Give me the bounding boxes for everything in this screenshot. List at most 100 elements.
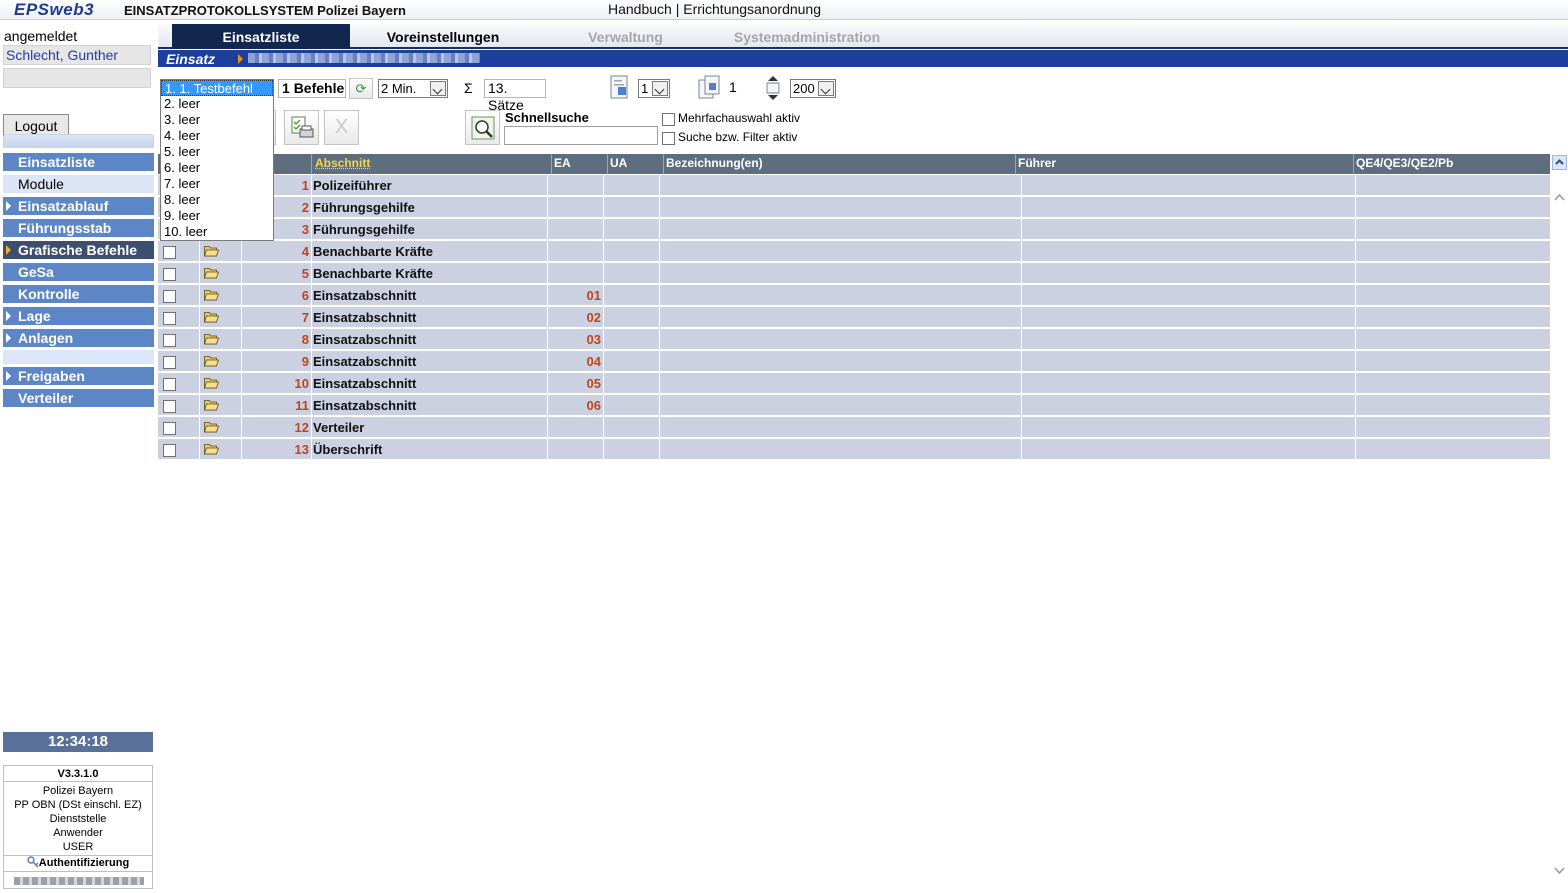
open-folder-icon[interactable] bbox=[204, 333, 219, 345]
menu-gesa[interactable]: GeSa bbox=[3, 263, 154, 281]
menu-freigaben[interactable]: Freigaben bbox=[3, 367, 154, 385]
row-qe bbox=[1356, 395, 1550, 416]
info-role: Anwender bbox=[53, 827, 103, 839]
table-row[interactable]: 2 Führungsgehilfe bbox=[158, 197, 1550, 218]
row-checkbox[interactable] bbox=[163, 422, 176, 435]
rows-per-page-select[interactable]: 200 bbox=[790, 79, 836, 98]
table-row[interactable]: 1 Polizeiführer bbox=[158, 175, 1550, 196]
scroll-arrow-up-icon[interactable] bbox=[1553, 190, 1566, 205]
menu-einsatzablauf[interactable]: Einsatzablauf bbox=[3, 197, 154, 215]
refresh-button[interactable]: ⟳ bbox=[349, 78, 373, 99]
table-row[interactable]: 4 Benachbarte Kräfte bbox=[158, 241, 1550, 262]
menu-kontrolle[interactable]: Kontrolle bbox=[3, 285, 154, 303]
row-ua bbox=[604, 329, 660, 350]
auth-link[interactable]: Authentifizierung bbox=[3, 855, 153, 872]
table-row[interactable]: 9 Einsatzabschnitt 04 bbox=[158, 351, 1550, 372]
menu-module[interactable]: Module bbox=[3, 175, 154, 193]
dropdown-option[interactable]: 7. leer bbox=[161, 176, 273, 192]
quicksearch-input[interactable] bbox=[504, 126, 658, 145]
row-ua bbox=[604, 285, 660, 306]
page-select[interactable]: 1 bbox=[638, 79, 670, 98]
clock: 12:34:18 bbox=[3, 732, 153, 752]
row-ea bbox=[548, 175, 604, 196]
scroll-up-button[interactable] bbox=[1552, 155, 1567, 170]
row-nr: 11 bbox=[242, 395, 312, 416]
interval-select[interactable]: 2 Min. bbox=[378, 79, 448, 98]
dropdown-option[interactable]: 8. leer bbox=[161, 192, 273, 208]
menu-lage[interactable]: Lage bbox=[3, 307, 154, 325]
row-checkbox[interactable] bbox=[163, 290, 176, 303]
open-folder-icon[interactable] bbox=[204, 311, 219, 323]
row-checkbox[interactable] bbox=[163, 334, 176, 347]
befehl-dropdown-list[interactable]: 1. 1. Testbefehl 2. leer 3. leer 4. leer 5. … bbox=[160, 79, 274, 241]
menu-header bbox=[3, 134, 154, 148]
row-checkbox[interactable] bbox=[163, 246, 176, 259]
row-checkbox[interactable] bbox=[163, 378, 176, 391]
dropdown-option[interactable]: 1. 1. Testbefehl bbox=[161, 80, 273, 96]
close-icon: X bbox=[334, 116, 349, 138]
col-ua[interactable]: UA bbox=[608, 154, 664, 174]
open-folder-icon[interactable] bbox=[204, 289, 219, 301]
table-row[interactable]: 3 Führungsgehilfe bbox=[158, 219, 1550, 240]
print-button[interactable] bbox=[284, 110, 319, 145]
table-row[interactable]: 5 Benachbarte Kräfte bbox=[158, 263, 1550, 284]
dropdown-option[interactable]: 5. leer bbox=[161, 144, 273, 160]
row-abschnitt: Einsatzabschnitt bbox=[312, 351, 548, 372]
row-fuehrer bbox=[1022, 439, 1356, 460]
row-ea: 06 bbox=[548, 395, 604, 416]
quicksearch-button[interactable] bbox=[465, 110, 500, 145]
row-checkbox[interactable] bbox=[163, 312, 176, 325]
dropdown-option[interactable]: 6. leer bbox=[161, 160, 273, 176]
col-fuehrer[interactable]: Führer bbox=[1016, 154, 1354, 174]
open-folder-icon[interactable] bbox=[204, 377, 219, 389]
menu-verteiler[interactable]: Verteiler bbox=[3, 389, 154, 407]
open-folder-icon[interactable] bbox=[204, 245, 219, 257]
expand-arrow-icon bbox=[6, 201, 11, 211]
tab-verwaltung: Verwaltung bbox=[588, 29, 663, 45]
col-bezeichnung[interactable]: Bezeichnung(en) bbox=[664, 154, 1016, 174]
table-row[interactable]: 8 Einsatzabschnitt 03 bbox=[158, 329, 1550, 350]
befehl-count: 1 Befehle bbox=[278, 79, 346, 98]
dropdown-option[interactable]: 10. leer bbox=[161, 224, 273, 240]
table-row[interactable]: 10 Einsatzabschnitt 05 bbox=[158, 373, 1550, 394]
row-checkbox[interactable] bbox=[163, 444, 176, 457]
manual-link[interactable]: Handbuch bbox=[608, 1, 672, 17]
app-logo: EPSweb3 bbox=[14, 0, 95, 19]
dropdown-option[interactable]: 9. leer bbox=[161, 208, 273, 224]
dropdown-option[interactable]: 4. leer bbox=[161, 128, 273, 144]
table-row[interactable]: 6 Einsatzabschnitt 01 bbox=[158, 285, 1550, 306]
col-abschnitt[interactable]: Abschnitt bbox=[312, 154, 552, 174]
open-folder-icon[interactable] bbox=[204, 443, 219, 455]
tab-einsatzliste[interactable]: Einsatzliste bbox=[172, 24, 350, 49]
dropdown-option[interactable]: 3. leer bbox=[161, 112, 273, 128]
row-abschnitt: Einsatzabschnitt bbox=[312, 285, 548, 306]
order-link[interactable]: Errichtungsanordnung bbox=[683, 1, 821, 17]
vertical-scrollbar[interactable] bbox=[1551, 154, 1568, 878]
row-checkbox[interactable] bbox=[163, 400, 176, 413]
table-row[interactable]: 12 Verteiler bbox=[158, 417, 1550, 438]
menu-grafische-befehle[interactable]: Grafische Befehle bbox=[3, 241, 154, 259]
scroll-arrow-down-icon[interactable] bbox=[1553, 864, 1566, 879]
table-row[interactable]: 7 Einsatzabschnitt 02 bbox=[158, 307, 1550, 328]
row-checkbox[interactable] bbox=[163, 268, 176, 281]
open-folder-icon[interactable] bbox=[204, 355, 219, 367]
menu-einsatzliste[interactable]: Einsatzliste bbox=[3, 153, 154, 171]
menu-anlagen[interactable]: Anlagen bbox=[3, 329, 154, 347]
open-folder-icon[interactable] bbox=[204, 421, 219, 433]
filter-active-checkbox[interactable] bbox=[662, 132, 675, 145]
tab-voreinstellungen[interactable]: Voreinstellungen bbox=[358, 24, 528, 49]
menu-label: Grafische Befehle bbox=[18, 242, 138, 258]
row-select-cell bbox=[158, 307, 200, 328]
table-row[interactable]: 13 Überschrift bbox=[158, 439, 1550, 460]
menu-fuehrungsstab[interactable]: Führungsstab bbox=[3, 219, 154, 237]
key-icon bbox=[27, 856, 39, 868]
row-checkbox[interactable] bbox=[163, 356, 176, 369]
multi-select-checkbox[interactable] bbox=[662, 113, 675, 126]
redacted-text bbox=[14, 877, 144, 885]
open-folder-icon[interactable] bbox=[204, 267, 219, 279]
table-row[interactable]: 11 Einsatzabschnitt 06 bbox=[158, 395, 1550, 416]
dropdown-option[interactable]: 2. leer bbox=[161, 96, 273, 112]
col-ea[interactable]: EA bbox=[552, 154, 608, 174]
open-folder-icon[interactable] bbox=[204, 399, 219, 411]
col-qe[interactable]: QE4/QE3/QE2/Pb bbox=[1354, 154, 1550, 174]
